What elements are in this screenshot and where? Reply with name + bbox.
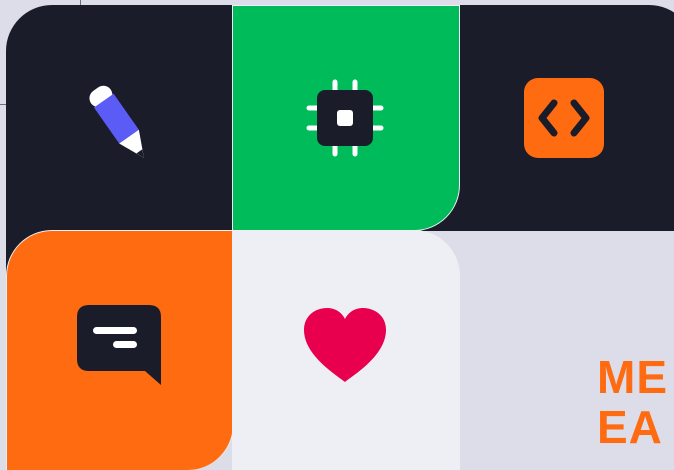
headline-line-1: ME bbox=[597, 351, 668, 403]
chip-icon bbox=[306, 79, 384, 157]
headline-line-2: EA bbox=[597, 401, 663, 453]
code-brackets-icon bbox=[524, 78, 604, 158]
pencil-icon bbox=[89, 85, 144, 158]
tile-heart bbox=[232, 230, 460, 470]
headline: ME EA bbox=[597, 352, 668, 452]
chat-bubble-icon bbox=[77, 305, 161, 385]
tile-chat bbox=[6, 230, 234, 470]
heart-icon bbox=[304, 308, 386, 382]
tile-chip bbox=[232, 5, 460, 231]
